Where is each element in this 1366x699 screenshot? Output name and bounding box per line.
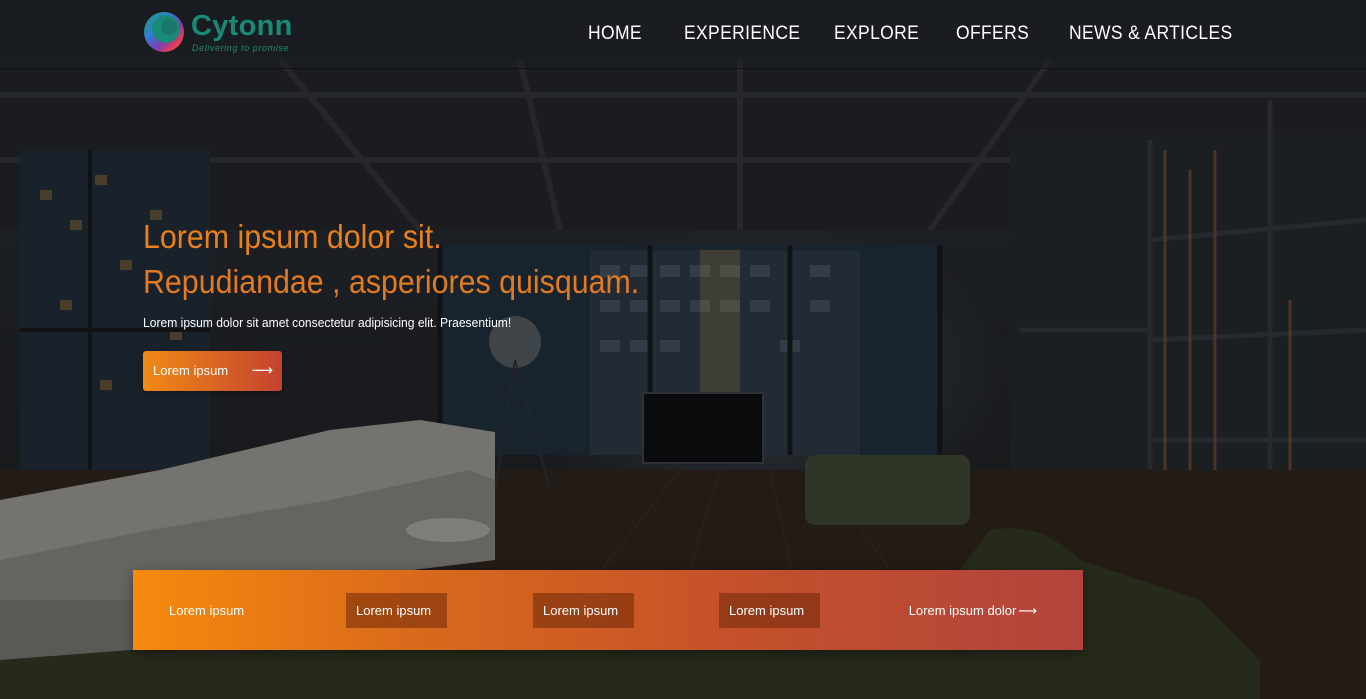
nav-item-offers[interactable]: OFFERS <box>956 20 1029 48</box>
nav-item-news-articles[interactable]: NEWS & ARTICLES <box>1069 20 1233 48</box>
nav-item-explore[interactable]: EXPLORE <box>834 20 919 48</box>
bar-link-1[interactable]: Lorem ipsum <box>169 593 244 628</box>
hero-subtitle: Lorem ipsum dolor sit amet consectetur a… <box>143 315 512 330</box>
bar-cta-label: Lorem ipsum dolor <box>908 603 1017 618</box>
bar-link-4[interactable]: Lorem ipsum <box>719 593 820 628</box>
bar-cta-link[interactable]: Lorem ipsum dolor ⟶ <box>909 593 1037 628</box>
hero-cta-label: Lorem ipsum <box>153 363 229 378</box>
hero-section: Cytonn Delivering to promise HOME EXPERI… <box>0 0 1366 699</box>
hero-cta-button[interactable]: Lorem ipsum ⟶ <box>143 351 282 391</box>
nav-item-experience[interactable]: EXPERIENCE <box>684 20 800 48</box>
arrow-right-icon: ⟶ <box>251 361 273 379</box>
cytonn-logo-icon <box>144 12 184 52</box>
brand-name: Cytonn <box>191 10 293 42</box>
hero-headline-line2: Repudiandae , asperiores quisquam. <box>143 263 640 300</box>
hero-headline-line1: Lorem ipsum dolor sit. <box>143 218 442 255</box>
nav-item-home[interactable]: HOME <box>588 20 642 48</box>
bottom-link-bar: Lorem ipsum Lorem ipsum Lorem ipsum Lore… <box>133 570 1083 650</box>
site-header: Cytonn Delivering to promise HOME EXPERI… <box>0 0 1366 69</box>
brand-logo[interactable]: Cytonn Delivering to promise <box>142 8 302 56</box>
bar-link-2[interactable]: Lorem ipsum <box>346 593 447 628</box>
arrow-right-icon: ⟶ <box>1018 604 1037 619</box>
bar-link-3[interactable]: Lorem ipsum <box>533 593 634 628</box>
brand-tagline: Delivering to promise <box>192 43 290 53</box>
hero-headline: Lorem ipsum dolor sit. Repudiandae , asp… <box>143 214 639 304</box>
